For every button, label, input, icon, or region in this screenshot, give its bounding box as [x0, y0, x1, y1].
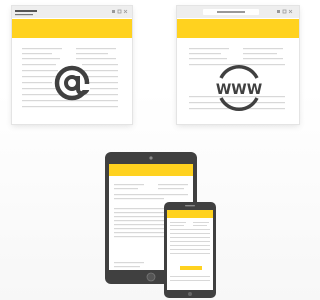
tablet-header-banner — [109, 164, 193, 176]
window-header-banner — [12, 19, 132, 38]
tablet-icon — [105, 152, 197, 284]
minimize-icon[interactable] — [277, 10, 280, 13]
email-browser-window — [12, 6, 132, 124]
email-window-graphic — [12, 6, 132, 108]
window-title-lines — [15, 10, 37, 12]
window-header-banner — [177, 19, 299, 38]
tablet-home-button — [146, 272, 156, 282]
web-browser-window: WWW — [177, 6, 299, 124]
web-window-graphic: WWW — [177, 6, 299, 111]
content-lines — [189, 48, 285, 110]
tablet-screen — [109, 164, 193, 270]
phone-screen — [167, 210, 213, 290]
phone-content-lines — [170, 222, 210, 254]
phone-speaker — [185, 205, 195, 207]
minimize-icon[interactable] — [112, 10, 115, 13]
tablet-camera — [149, 156, 153, 160]
smartphone-icon — [164, 202, 216, 298]
phone-cta-button — [180, 266, 202, 270]
tablet-content-lines — [114, 184, 188, 268]
phone-header-banner — [167, 210, 213, 218]
phone-home-button — [188, 292, 192, 296]
www-text: WWW — [216, 82, 262, 98]
at-sign-icon — [54, 65, 90, 101]
